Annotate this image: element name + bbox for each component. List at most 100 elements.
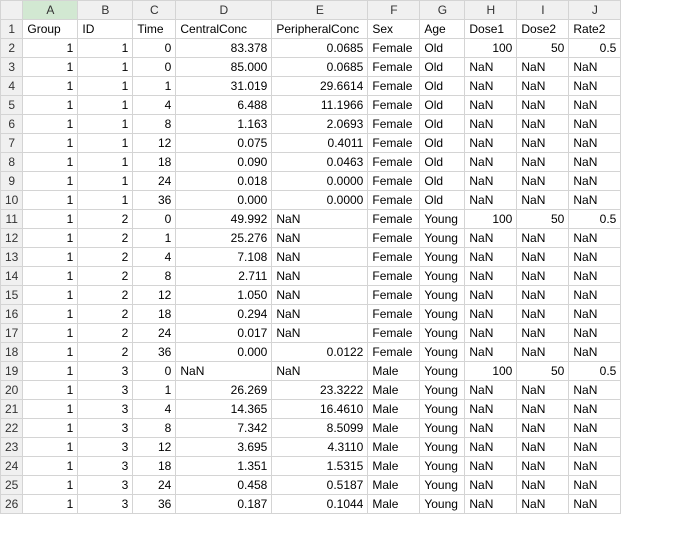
cell[interactable]: NaN [465, 495, 517, 514]
cell[interactable]: Old [420, 134, 465, 153]
cell[interactable]: Female [368, 58, 420, 77]
cell[interactable]: NaN [517, 58, 569, 77]
cell[interactable]: NaN [517, 343, 569, 362]
cell[interactable]: 23.3222 [272, 381, 368, 400]
cell[interactable]: 0.5 [569, 39, 621, 58]
cell[interactable]: NaN [569, 58, 621, 77]
cell[interactable]: 1 [23, 77, 78, 96]
cell[interactable]: Female [368, 324, 420, 343]
column-header-G[interactable]: G [420, 1, 465, 20]
cell[interactable]: 0.000 [176, 191, 272, 210]
row-header[interactable]: 5 [1, 96, 23, 115]
cell[interactable]: NaN [569, 381, 621, 400]
cell[interactable]: NaN [517, 457, 569, 476]
header-cell[interactable]: Sex [368, 20, 420, 39]
row-header[interactable]: 7 [1, 134, 23, 153]
cell[interactable]: Young [420, 286, 465, 305]
cell[interactable]: NaN [517, 96, 569, 115]
cell[interactable]: 1.050 [176, 286, 272, 305]
cell[interactable]: 0.294 [176, 305, 272, 324]
cell[interactable]: 1 [78, 115, 133, 134]
header-cell[interactable]: Dose1 [465, 20, 517, 39]
cell[interactable]: 1 [78, 172, 133, 191]
cell[interactable]: NaN [517, 267, 569, 286]
cell[interactable]: 14.365 [176, 400, 272, 419]
cell[interactable]: 11.1966 [272, 96, 368, 115]
cell[interactable]: NaN [517, 476, 569, 495]
cell[interactable]: NaN [569, 305, 621, 324]
cell[interactable]: NaN [272, 248, 368, 267]
cell[interactable]: NaN [465, 343, 517, 362]
cell[interactable]: 3 [78, 457, 133, 476]
cell[interactable]: NaN [569, 267, 621, 286]
cell[interactable]: 0.5187 [272, 476, 368, 495]
cell[interactable]: 100 [465, 362, 517, 381]
row-header[interactable]: 22 [1, 419, 23, 438]
cell[interactable]: 4 [133, 400, 176, 419]
row-header[interactable]: 11 [1, 210, 23, 229]
header-cell[interactable]: Age [420, 20, 465, 39]
cell[interactable]: 18 [133, 457, 176, 476]
cell[interactable]: NaN [517, 305, 569, 324]
cell[interactable]: NaN [272, 362, 368, 381]
cell[interactable]: 0.187 [176, 495, 272, 514]
row-header[interactable]: 19 [1, 362, 23, 381]
cell[interactable]: 3.695 [176, 438, 272, 457]
cell[interactable]: NaN [272, 267, 368, 286]
cell[interactable]: NaN [465, 286, 517, 305]
cell[interactable]: Male [368, 400, 420, 419]
cell[interactable]: NaN [569, 153, 621, 172]
cell[interactable]: NaN [569, 191, 621, 210]
cell[interactable]: 1 [23, 343, 78, 362]
cell[interactable]: 1 [78, 191, 133, 210]
cell[interactable]: 2 [78, 305, 133, 324]
cell[interactable]: 0.4011 [272, 134, 368, 153]
cell[interactable]: 7.342 [176, 419, 272, 438]
cell[interactable]: 24 [133, 172, 176, 191]
cell[interactable]: 8 [133, 267, 176, 286]
cell[interactable]: 0.075 [176, 134, 272, 153]
cell[interactable]: Female [368, 172, 420, 191]
cell[interactable]: NaN [272, 210, 368, 229]
cell[interactable]: 50 [517, 210, 569, 229]
cell[interactable]: 1 [23, 324, 78, 343]
row-header[interactable]: 13 [1, 248, 23, 267]
cell[interactable]: NaN [465, 77, 517, 96]
cell[interactable]: 0 [133, 210, 176, 229]
cell[interactable]: Young [420, 362, 465, 381]
cell[interactable]: 1 [23, 476, 78, 495]
cell[interactable]: 0.5 [569, 210, 621, 229]
row-header[interactable]: 24 [1, 457, 23, 476]
header-cell[interactable]: Group [23, 20, 78, 39]
header-cell[interactable]: Rate2 [569, 20, 621, 39]
cell[interactable]: 1 [133, 381, 176, 400]
cell[interactable]: 1 [133, 229, 176, 248]
cell[interactable]: NaN [517, 381, 569, 400]
cell[interactable]: NaN [465, 381, 517, 400]
cell[interactable]: Male [368, 381, 420, 400]
cell[interactable]: NaN [517, 77, 569, 96]
cell[interactable]: Female [368, 229, 420, 248]
cell[interactable]: Young [420, 305, 465, 324]
column-header-C[interactable]: C [133, 1, 176, 20]
cell[interactable]: 24 [133, 324, 176, 343]
cell[interactable]: 100 [465, 39, 517, 58]
cell[interactable]: 3 [78, 400, 133, 419]
row-header[interactable]: 26 [1, 495, 23, 514]
row-header[interactable]: 12 [1, 229, 23, 248]
cell[interactable]: 1 [23, 191, 78, 210]
cell[interactable]: Old [420, 191, 465, 210]
cell[interactable]: 8 [133, 115, 176, 134]
cell[interactable]: 2 [78, 267, 133, 286]
column-header-H[interactable]: H [465, 1, 517, 20]
cell[interactable]: NaN [465, 248, 517, 267]
cell[interactable]: Young [420, 438, 465, 457]
cell[interactable]: Female [368, 267, 420, 286]
cell[interactable]: 1 [23, 267, 78, 286]
cell[interactable]: NaN [517, 324, 569, 343]
row-header[interactable]: 17 [1, 324, 23, 343]
cell[interactable]: NaN [465, 476, 517, 495]
cell[interactable]: NaN [569, 115, 621, 134]
cell[interactable]: Old [420, 58, 465, 77]
header-cell[interactable]: PeripheralConc [272, 20, 368, 39]
